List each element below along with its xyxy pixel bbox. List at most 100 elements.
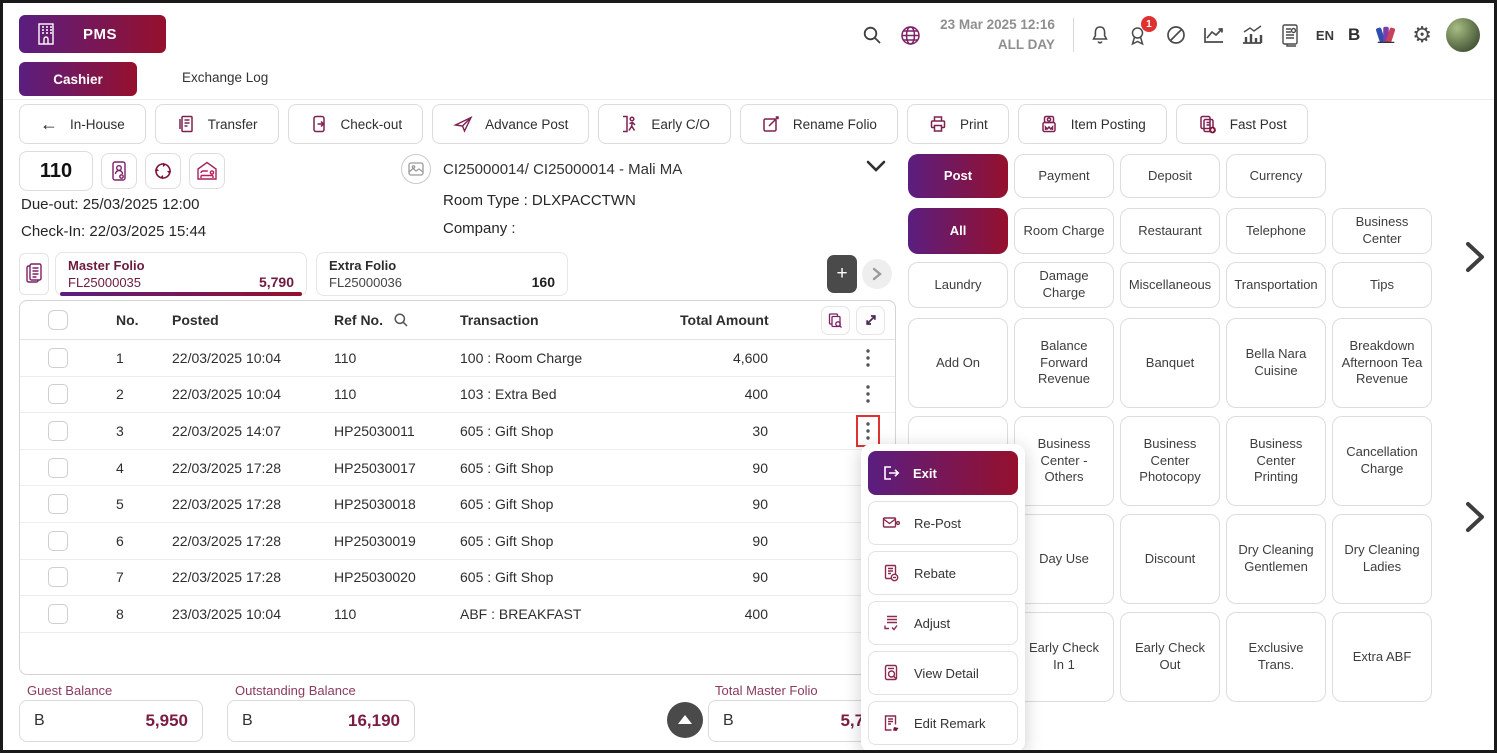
chevron-down-icon[interactable] [865, 159, 887, 173]
table-row[interactable]: 8 23/03/2025 10:04 110 ABF : BREAKFAST 4… [20, 596, 895, 633]
block-icon[interactable] [1164, 23, 1188, 47]
menu-item-exit[interactable]: Exit [868, 451, 1018, 495]
row-checkbox[interactable] [48, 421, 68, 441]
item-dry-cleaning-gentlemen[interactable]: Dry Cleaning Gentlemen [1226, 514, 1326, 604]
select-all-checkbox[interactable] [48, 310, 68, 330]
category-all[interactable]: All [908, 208, 1008, 254]
sync-status-button[interactable] [145, 153, 181, 189]
mode-payment[interactable]: Payment [1014, 154, 1114, 198]
guest-card-icon [109, 160, 129, 182]
currency-toggle[interactable]: B [1348, 25, 1360, 45]
row-checkbox[interactable] [48, 348, 68, 368]
pms-logo-button[interactable]: PMS [19, 15, 166, 53]
item-early-check-in-1[interactable]: Early Check In 1 [1014, 612, 1114, 702]
rewards-badge-icon[interactable]: 1 [1126, 23, 1150, 47]
table-row[interactable]: 6 22/03/2025 17:28 HP25030019 605 : Gift… [20, 523, 895, 560]
fast-post-button[interactable]: Fast Post [1176, 104, 1308, 144]
tab-extra-folio[interactable]: Extra Folio FL25000036 160 [316, 252, 568, 296]
category-tips[interactable]: Tips [1332, 262, 1432, 308]
guest-card-button[interactable] [101, 153, 137, 189]
row-menu-kebab-icon[interactable] [856, 378, 880, 410]
theme-palette-icon[interactable] [1374, 23, 1398, 47]
row-checkbox[interactable] [48, 567, 68, 587]
globe-icon[interactable] [898, 23, 922, 47]
item-day-use[interactable]: Day Use [1014, 514, 1114, 604]
folio-scroll-right-button[interactable] [862, 259, 892, 289]
item-business-center-photocopy[interactable]: Business Center Photocopy [1120, 416, 1220, 506]
mode-post[interactable]: Post [908, 154, 1008, 198]
early-checkout-button[interactable]: Early C/O [598, 104, 731, 144]
item-banquet[interactable]: Banquet [1120, 318, 1220, 408]
category-telephone[interactable]: Telephone [1226, 208, 1326, 254]
in-house-button[interactable]: ← In-House [19, 104, 146, 144]
room-number-box[interactable]: 110 [19, 151, 93, 191]
items-next-page-button[interactable] [1461, 500, 1489, 534]
folio-list-button[interactable] [19, 253, 49, 295]
category-transportation[interactable]: Transportation [1226, 262, 1326, 308]
notifications-bell-icon[interactable] [1088, 23, 1112, 47]
item-extra-abf[interactable]: Extra ABF [1332, 612, 1432, 702]
mode-deposit[interactable]: Deposit [1120, 154, 1220, 198]
language-selector[interactable]: EN [1316, 28, 1334, 43]
advance-post-button[interactable]: Advance Post [432, 104, 589, 144]
row-menu-kebab-icon-highlighted[interactable] [856, 415, 880, 447]
table-row[interactable]: 4 22/03/2025 17:28 HP25030017 605 : Gift… [20, 450, 895, 487]
menu-item-view-detail[interactable]: View Detail [868, 651, 1018, 695]
table-row[interactable]: 2 22/03/2025 10:04 110 103 : Extra Bed 4… [20, 377, 895, 414]
item-discount[interactable]: Discount [1120, 514, 1220, 604]
menu-item-rebate[interactable]: Rebate [868, 551, 1018, 595]
table-row[interactable]: 5 22/03/2025 17:28 HP25030018 605 : Gift… [20, 486, 895, 523]
row-checkbox[interactable] [48, 531, 68, 551]
expand-table-button[interactable] [856, 306, 885, 335]
row-checkbox[interactable] [48, 494, 68, 514]
mode-currency[interactable]: Currency [1226, 154, 1326, 198]
category-laundry[interactable]: Laundry [908, 262, 1008, 308]
category-business-center[interactable]: Business Center [1332, 208, 1432, 254]
category-damage-charge[interactable]: Damage Charge [1014, 262, 1114, 308]
row-checkbox[interactable] [48, 604, 68, 624]
panel-next-page-button[interactable] [1461, 240, 1489, 274]
row-checkbox[interactable] [48, 384, 68, 404]
tab-cashier[interactable]: Cashier [19, 62, 137, 96]
rename-folio-button[interactable]: Rename Folio [740, 104, 898, 144]
category-restaurant[interactable]: Restaurant [1120, 208, 1220, 254]
tab-exchange-log[interactable]: Exchange Log [182, 70, 268, 85]
settings-gear-icon[interactable]: ⚙ [1412, 24, 1432, 46]
ref-search-icon[interactable] [393, 312, 409, 328]
menu-item-adjust[interactable]: Adjust [868, 601, 1018, 645]
item-dry-cleaning-ladies[interactable]: Dry Cleaning Ladies [1332, 514, 1432, 604]
menu-item-re-post[interactable]: Re-Post [868, 501, 1018, 545]
category-miscellaneous[interactable]: Miscellaneous [1120, 262, 1220, 308]
table-row-selected[interactable]: 3 22/03/2025 14:07 HP25030011 605 : Gift… [20, 413, 895, 450]
check-out-button[interactable]: Check-out [288, 104, 424, 144]
row-checkbox[interactable] [48, 458, 68, 478]
copy-search-button[interactable] [821, 306, 850, 335]
report-document-icon[interactable] [1278, 23, 1302, 47]
line-chart-icon[interactable] [1202, 23, 1226, 47]
row-menu-kebab-icon[interactable] [856, 342, 880, 374]
item-business-center-printing[interactable]: Business Center Printing [1226, 416, 1326, 506]
item-bella-nara-cuisine[interactable]: Bella Nara Cuisine [1226, 318, 1326, 408]
add-folio-button[interactable]: + [827, 255, 857, 293]
print-button[interactable]: Print [907, 104, 1009, 144]
item-breakdown-afternoon-tea-revenue[interactable]: Breakdown Afternoon Tea Revenue [1332, 318, 1432, 408]
item-early-check-out[interactable]: Early Check Out [1120, 612, 1220, 702]
item-cancellation-charge[interactable]: Cancellation Charge [1332, 416, 1432, 506]
item-add-on[interactable]: Add On [908, 318, 1008, 408]
bar-chart-icon[interactable] [1240, 23, 1264, 47]
room-status-button[interactable] [189, 153, 225, 189]
menu-item-edit-remark[interactable]: Edit Remark [868, 701, 1018, 745]
tab-master-folio[interactable]: Master Folio FL25000035 5,790 [55, 252, 307, 296]
category-room-charge[interactable]: Room Charge [1014, 208, 1114, 254]
user-avatar[interactable] [1446, 18, 1480, 52]
item-business-center-others[interactable]: Business Center - Others [1014, 416, 1114, 506]
item-balance-forward-revenue[interactable]: Balance Forward Revenue [1014, 318, 1114, 408]
search-icon[interactable] [860, 23, 884, 47]
table-row[interactable]: 7 22/03/2025 17:28 HP25030020 605 : Gift… [20, 560, 895, 597]
item-posting-button[interactable]: Item Posting [1018, 104, 1167, 144]
transfer-button[interactable]: Transfer [155, 104, 279, 144]
collapse-panel-button[interactable] [667, 702, 703, 738]
reservation-header[interactable]: CI25000014/ CI25000014 - Mali MA [401, 154, 682, 184]
table-row[interactable]: 1 22/03/2025 10:04 110 100 : Room Charge… [20, 340, 895, 377]
item-exclusive-trans[interactable]: Exclusive Trans. [1226, 612, 1326, 702]
